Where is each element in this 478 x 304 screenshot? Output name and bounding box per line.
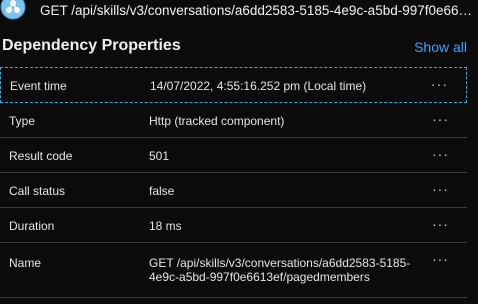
dependency-title: GET /api/skills/v3/conversations/a6dd258… [40, 3, 476, 18]
properties-list: Event time 14/07/2022, 4:55:16.252 pm (L… [0, 67, 478, 298]
title-bar: GET /api/skills/v3/conversations/a6dd258… [0, 0, 478, 26]
property-row-event-time[interactable]: Event time 14/07/2022, 4:55:16.252 pm (L… [0, 67, 467, 103]
property-row-call-status[interactable]: Call status false ··· [0, 173, 467, 208]
property-row-type[interactable]: Type Http (tracked component) ··· [0, 103, 467, 138]
property-value: 18 ms [149, 219, 182, 233]
more-options-icon[interactable]: ··· [432, 216, 449, 232]
property-label: Call status [9, 184, 66, 198]
property-label: Type [9, 114, 36, 128]
more-options-icon[interactable]: ··· [431, 76, 448, 92]
property-row-duration[interactable]: Duration 18 ms ··· [0, 208, 467, 243]
property-label: Name [9, 256, 42, 270]
property-label: Result code [9, 149, 73, 163]
property-label: Duration [9, 219, 55, 233]
more-options-icon[interactable]: ··· [432, 111, 449, 127]
property-value: Http (tracked component) [149, 114, 285, 128]
more-options-icon[interactable]: ··· [432, 181, 449, 197]
dependency-properties-panel: GET /api/skills/v3/conversations/a6dd258… [0, 0, 478, 304]
property-value: false [149, 184, 175, 198]
show-all-link[interactable]: Show all [414, 39, 467, 55]
property-value: GET /api/skills/v3/conversations/a6dd258… [149, 256, 411, 284]
property-label: Event time [10, 79, 67, 93]
more-options-icon[interactable]: ··· [432, 146, 449, 162]
property-value: 14/07/2022, 4:55:16.252 pm (Local time) [150, 79, 367, 93]
section-header: Dependency Properties Show all [0, 32, 478, 62]
property-row-name[interactable]: Name GET /api/skills/v3/conversations/a6… [0, 243, 467, 298]
more-options-icon[interactable]: ··· [432, 251, 449, 267]
section-title: Dependency Properties [2, 37, 181, 54]
dependency-icon [0, 0, 26, 20]
property-row-result-code[interactable]: Result code 501 ··· [0, 138, 467, 173]
property-value: 501 [149, 149, 170, 163]
